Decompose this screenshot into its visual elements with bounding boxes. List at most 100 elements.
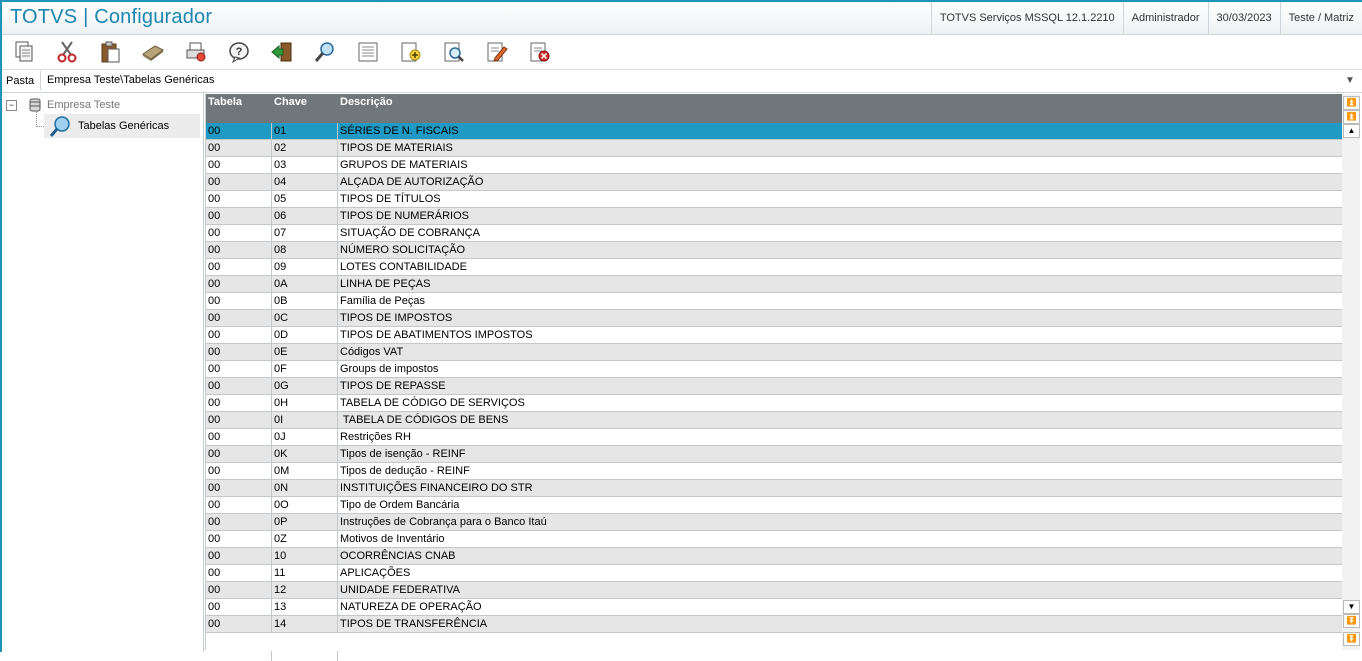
cell-descricao: TIPOS DE ABATIMENTOS IMPOSTOS [340,329,533,341]
cell-tabela: 00 [208,210,221,222]
table-row[interactable]: 00 0G TIPOS DE REPASSE [206,378,1343,395]
table-row[interactable]: 00 08 NÚMERO SOLICITAÇÃO [206,242,1343,259]
calculator-icon [142,45,164,61]
table-row[interactable]: 00 04 ALÇADA DE AUTORIZAÇÃO [206,174,1343,191]
cell-descricao: TIPOS DE IMPOSTOS [340,312,453,324]
cell-descricao: GRUPOS DE MATERIAIS [340,159,468,171]
cell-descricao: SITUAÇÃO DE COBRANÇA [340,227,480,239]
preview-button[interactable] [440,38,468,66]
cell-chave: 10 [274,550,287,562]
help-button[interactable]: ? [225,38,253,66]
calculator-button[interactable] [139,38,167,66]
cell-tabela: 00 [208,278,221,290]
table-row[interactable]: 00 0F Groups de impostos [206,361,1343,378]
cell-chave: 09 [274,261,287,273]
collapse-icon[interactable]: − [6,99,17,111]
cell-descricao: NÚMERO SOLICITAÇÃO [340,244,466,256]
cell-tabela: 00 [208,567,221,579]
search-icon [314,42,334,62]
table-row[interactable]: 00 11 APLICAÇÕES [206,565,1343,582]
copy-button[interactable] [10,38,38,66]
edit-button[interactable] [483,38,511,66]
table-row[interactable]: 00 0I TABELA DE CÓDIGOS DE BENS [206,412,1343,429]
cell-descricao: ALÇADA DE AUTORIZAÇÃO [340,176,484,188]
svg-text:?: ? [236,46,243,58]
table-row[interactable]: 00 03 GRUPOS DE MATERIAIS [206,157,1343,174]
cell-tabela: 00 [208,125,221,137]
grid-header: Tabela Chave Descrição [206,94,1343,123]
table-row[interactable]: 00 02 TIPOS DE MATERIAIS [206,140,1343,157]
table-row[interactable]: 00 01 SÉRIES DE N. FISCAIS [206,123,1343,140]
table-row[interactable]: 00 0Z Motivos de Inventário [206,531,1343,548]
cell-chave: 12 [274,584,287,596]
cell-tabela: 00 [208,482,221,494]
cut-button[interactable] [53,38,81,66]
cell-tabela: 00 [208,380,221,392]
scroll-bottom-icon[interactable]: ⏬ [1343,632,1360,646]
add-button[interactable] [397,38,425,66]
print-button[interactable] [182,38,210,66]
table-row[interactable]: 00 14 TIPOS DE TRANSFERÊNCIA [206,616,1343,633]
table-row[interactable]: 00 0C TIPOS DE IMPOSTOS [206,310,1343,327]
table-row[interactable]: 00 0K Tipos de isenção - REINF [206,446,1343,463]
delete-button[interactable] [526,38,554,66]
paste-button[interactable] [96,38,124,66]
scroll-up-icon[interactable]: ▲ [1343,124,1360,138]
column-header-tabela[interactable]: Tabela [208,96,242,108]
cell-chave: 04 [274,176,287,188]
cell-chave: 0G [274,380,289,392]
table-row[interactable]: 00 0M Tipos de dedução - REINF [206,463,1343,480]
table-row[interactable]: 00 06 TIPOS DE NUMERÁRIOS [206,208,1343,225]
tree-node-tabelas-genericas[interactable]: Tabelas Genéricas [44,114,200,138]
table-row[interactable]: 00 0J Restrições RH [206,429,1343,446]
status-branch: Teste / Matriz [1279,2,1362,34]
table-row[interactable]: 00 13 NATUREZA DE OPERAÇÃO [206,599,1343,616]
table-row[interactable]: 00 0P Instruções de Cobrança para o Banco … [206,514,1343,531]
cell-descricao: APLICAÇÕES [340,567,411,579]
paste-icon [101,41,120,63]
view-button[interactable] [354,38,382,66]
exit-button[interactable] [268,38,296,66]
view-icon [358,42,378,62]
cell-chave: 0I [274,414,284,426]
column-header-descricao[interactable]: Descrição [340,96,393,108]
path-combobox[interactable]: Empresa Teste\Tabelas Genéricas [40,71,1349,90]
scroll-top-icon[interactable]: ⏫ [1343,96,1360,110]
table-row[interactable]: 00 09 LOTES CONTABILIDADE [206,259,1343,276]
table-row[interactable]: 00 07 SITUAÇÃO DE COBRANÇA [206,225,1343,242]
table-row[interactable]: 00 0B Família de Peças [206,293,1343,310]
table-row[interactable]: 00 0N INSTITUIÇÕES FINANCEIRO DO STR [206,480,1343,497]
table-row[interactable]: 00 0A LINHA DE PEÇAS [206,276,1343,293]
cell-chave: 13 [274,601,287,613]
search-icon [49,116,70,137]
table-row[interactable]: 00 0E Códigos VAT [206,344,1343,361]
cell-descricao: TIPOS DE TRANSFERÊNCIA [340,618,488,630]
table-row[interactable]: 00 12 UNIDADE FEDERATIVA [206,582,1343,599]
scroll-down-icon[interactable]: ▼ [1343,600,1360,614]
copy-icon [15,41,33,62]
vertical-scrollbar[interactable]: ⏫ ⏫ ▲ ▼ ⏬ ⏬ [1342,94,1360,650]
scroll-page-up-icon[interactable]: ⏫ [1343,110,1360,124]
cell-descricao: Tipo de Ordem Bancária [340,499,460,511]
navigation-tree: − Empresa Teste Tabelas Genéricas [2,93,204,652]
cell-tabela: 00 [208,448,221,460]
table-row[interactable]: 00 05 TIPOS DE TÍTULOS [206,191,1343,208]
cell-descricao: OCORRÊNCIAS CNAB [340,550,456,562]
search-button[interactable] [311,38,339,66]
table-row[interactable]: 00 0H TABELA DE CÓDIGO DE SERVIÇOS [206,395,1343,412]
cell-chave: 14 [274,618,287,630]
tree-node-root[interactable]: − Empresa Teste [6,97,120,113]
data-grid: Tabela Chave Descrição 00 01 SÉRIES DE N. … [205,94,1343,661]
table-row[interactable]: 00 0D TIPOS DE ABATIMENTOS IMPOSTOS [206,327,1343,344]
scroll-page-down-icon[interactable]: ⏬ [1343,614,1360,628]
cell-tabela: 00 [208,312,221,324]
cell-tabela: 00 [208,414,221,426]
column-header-chave[interactable]: Chave [274,96,307,108]
chevron-down-icon[interactable]: ▼ [1342,71,1358,90]
grid-rows: 00 01 SÉRIES DE N. FISCAIS 00 02 TIPOS DE MAT… [206,123,1343,633]
cell-descricao: LINHA DE PEÇAS [340,278,431,290]
table-row[interactable]: 00 10 OCORRÊNCIAS CNAB [206,548,1343,565]
cell-tabela: 00 [208,584,221,596]
table-row[interactable]: 00 0O Tipo de Ordem Bancária [206,497,1343,514]
tree-child-label: Tabelas Genéricas [78,120,170,132]
